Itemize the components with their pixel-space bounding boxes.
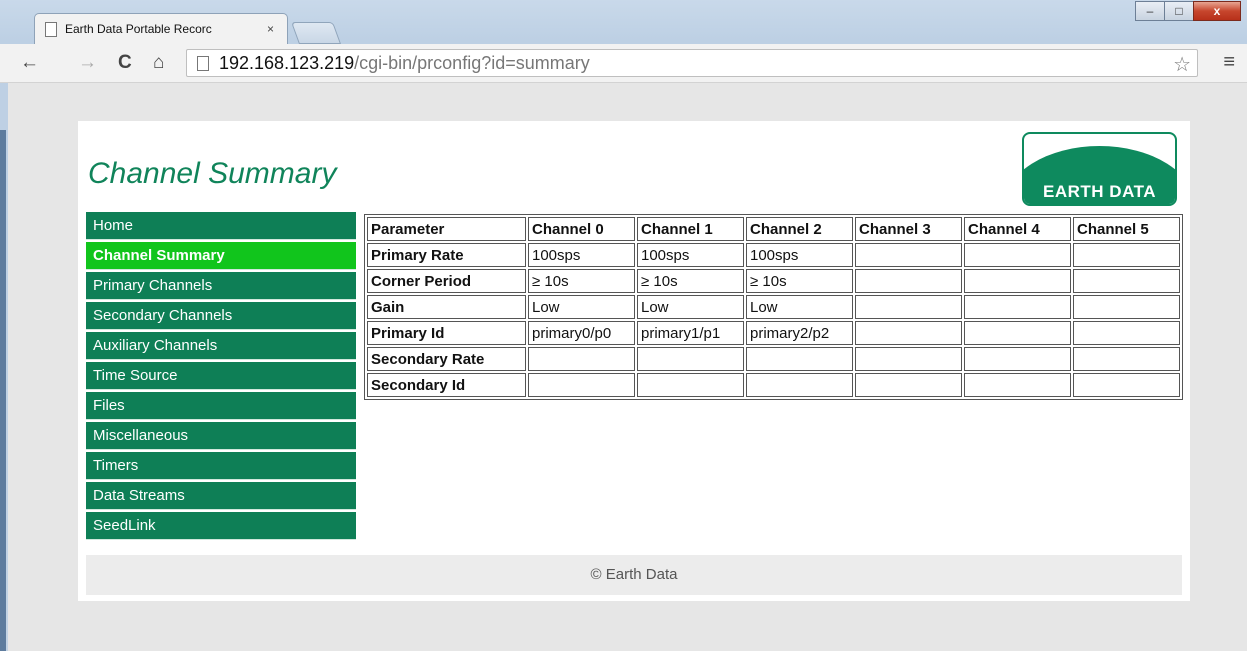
logo-text: EARTH DATA: [1043, 182, 1156, 201]
table-cell: Low: [637, 295, 744, 319]
table-cell: [528, 347, 635, 371]
table-cell: [964, 347, 1071, 371]
table-cell: ≥ 10s: [637, 269, 744, 293]
sidebar-nav: Home Channel Summary Primary Channels Secon…: [86, 212, 356, 542]
page-icon: [45, 21, 57, 37]
footer: © Earth Data: [86, 555, 1182, 595]
table-cell: [528, 373, 635, 397]
table-cell: ≥ 10s: [528, 269, 635, 293]
browser-toolbar: ← → C ⌂ 192.168.123.219/cgi-bin/prconfig…: [0, 44, 1247, 83]
table-cell: [855, 347, 962, 371]
table-cell: [637, 347, 744, 371]
window-edge: [0, 130, 6, 651]
table-row: Secondary Rate: [367, 347, 1180, 371]
column-header: Channel 1: [637, 217, 744, 241]
parameter-label: Secondary Rate: [367, 347, 526, 371]
column-header: Channel 2: [746, 217, 853, 241]
sidebar-item-seedlink[interactable]: SeedLink: [86, 512, 356, 540]
table-cell: primary0/p0: [528, 321, 635, 345]
page-viewport: Channel Summary EARTH DATA Home Channel S…: [8, 83, 1247, 651]
earth-data-logo: EARTH DATA: [1022, 132, 1177, 206]
back-icon[interactable]: ←: [20, 51, 39, 75]
browser-window: Earth Data Portable Recorc × – □ x ← → C…: [0, 0, 1247, 651]
sidebar-item-auxiliary-channels[interactable]: Auxiliary Channels: [86, 332, 356, 360]
table-cell: [855, 373, 962, 397]
column-header: Channel 0: [528, 217, 635, 241]
column-header: Channel 4: [964, 217, 1071, 241]
window-controls: – □ x: [1135, 1, 1241, 21]
table-cell: [1073, 295, 1180, 319]
sidebar-item-secondary-channels[interactable]: Secondary Channels: [86, 302, 356, 330]
table-cell: Low: [746, 295, 853, 319]
close-button[interactable]: x: [1193, 1, 1241, 21]
table-cell: [746, 347, 853, 371]
table-cell: ≥ 10s: [746, 269, 853, 293]
sidebar-item-home[interactable]: Home: [86, 212, 356, 240]
sidebar-item-time-source[interactable]: Time Source: [86, 362, 356, 390]
tab-title: Earth Data Portable Recorc: [65, 22, 212, 36]
table-cell: 100sps: [637, 243, 744, 267]
page-icon: [197, 56, 209, 71]
table-cell: Low: [528, 295, 635, 319]
sidebar-item-channel-summary[interactable]: Channel Summary: [86, 242, 356, 270]
table-cell: [855, 295, 962, 319]
table-cell: [1073, 269, 1180, 293]
bookmark-star-icon[interactable]: ☆: [1173, 52, 1191, 77]
address-bar[interactable]: 192.168.123.219/cgi-bin/prconfig?id=summ…: [186, 49, 1198, 77]
table-row: Primary Rate 100sps 100sps 100sps: [367, 243, 1180, 267]
table-row: Primary Id primary0/p0 primary1/p1 primary2…: [367, 321, 1180, 345]
table-cell: [1073, 243, 1180, 267]
table-row: Secondary Id: [367, 373, 1180, 397]
table-cell: [964, 269, 1071, 293]
home-icon[interactable]: ⌂: [153, 51, 164, 75]
table-cell: [637, 373, 744, 397]
page-title: Channel Summary: [88, 157, 337, 190]
table-header-row: Parameter Channel 0 Channel 1 Channel 2 Chan…: [367, 217, 1180, 241]
sidebar-item-miscellaneous[interactable]: Miscellaneous: [86, 422, 356, 450]
sidebar-item-primary-channels[interactable]: Primary Channels: [86, 272, 356, 300]
sidebar-item-data-streams[interactable]: Data Streams: [86, 482, 356, 510]
table-cell: [1073, 373, 1180, 397]
table-row: Gain Low Low Low: [367, 295, 1180, 319]
table-row: Corner Period ≥ 10s ≥ 10s ≥ 10s: [367, 269, 1180, 293]
table-cell: primary2/p2: [746, 321, 853, 345]
sidebar-item-timers[interactable]: Timers: [86, 452, 356, 480]
sidebar-item-files[interactable]: Files: [86, 392, 356, 420]
table-cell: [964, 295, 1071, 319]
reload-icon[interactable]: C: [118, 51, 132, 75]
maximize-button[interactable]: □: [1164, 1, 1194, 21]
page-content: Channel Summary EARTH DATA Home Channel S…: [78, 121, 1190, 601]
new-tab-button[interactable]: [290, 22, 342, 44]
parameter-label: Gain: [367, 295, 526, 319]
table-cell: 100sps: [528, 243, 635, 267]
table-cell: [855, 243, 962, 267]
table-cell: [964, 321, 1071, 345]
column-header: Channel 5: [1073, 217, 1180, 241]
menu-icon[interactable]: ≡: [1223, 51, 1235, 74]
channel-summary-table: Parameter Channel 0 Channel 1 Channel 2 Chan…: [364, 214, 1183, 400]
title-bar: Earth Data Portable Recorc × – □ x: [0, 0, 1247, 44]
table-cell: [1073, 347, 1180, 371]
url-text: 192.168.123.219/cgi-bin/prconfig?id=summ…: [219, 53, 590, 73]
parameter-label: Corner Period: [367, 269, 526, 293]
column-header: Channel 3: [855, 217, 962, 241]
minimize-button[interactable]: –: [1135, 1, 1165, 21]
browser-tab[interactable]: Earth Data Portable Recorc ×: [34, 13, 288, 44]
parameter-label: Primary Rate: [367, 243, 526, 267]
table-cell: [855, 269, 962, 293]
tab-close-icon[interactable]: ×: [267, 22, 274, 36]
forward-icon[interactable]: →: [78, 51, 97, 75]
table-cell: [855, 321, 962, 345]
table-cell: [964, 243, 1071, 267]
table-cell: [746, 373, 853, 397]
table-cell: [964, 373, 1071, 397]
parameter-label: Primary Id: [367, 321, 526, 345]
table-cell: 100sps: [746, 243, 853, 267]
table-cell: [1073, 321, 1180, 345]
column-header: Parameter: [367, 217, 526, 241]
parameter-label: Secondary Id: [367, 373, 526, 397]
table-cell: primary1/p1: [637, 321, 744, 345]
